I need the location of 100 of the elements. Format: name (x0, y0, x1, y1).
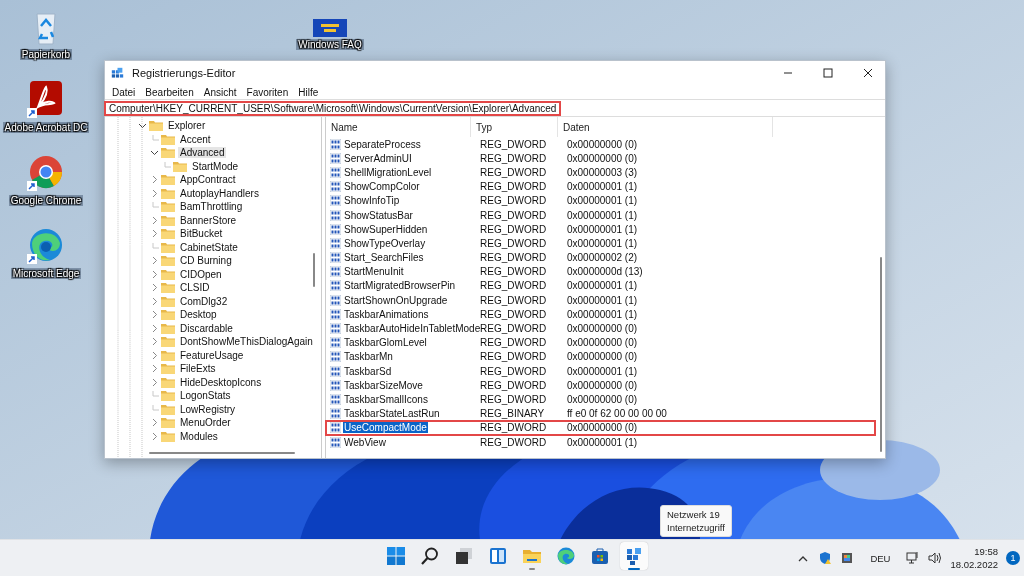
tree-item[interactable]: FeatureUsage (178, 349, 246, 361)
tree-connector-line (150, 242, 159, 252)
folder-icon (161, 349, 175, 361)
registry-value-icon (330, 138, 341, 150)
scrollbar-thumb[interactable] (313, 253, 315, 287)
value-data: 0x00000000 (0) (566, 337, 638, 349)
tree-item[interactable]: BitBucket (178, 228, 225, 240)
value-name[interactable]: StartShownOnUpgrade (343, 294, 449, 306)
value-name[interactable]: ShowSuperHidden (343, 223, 429, 235)
tree-item[interactable]: Accent (178, 133, 213, 145)
value-name[interactable]: ServerAdminUI (343, 152, 413, 164)
menu-item[interactable]: Ansicht (198, 86, 242, 98)
value-data: 0x00000000 (0) (566, 393, 638, 405)
tooltip-text: Netzwerk 19 (667, 509, 721, 520)
tree-item[interactable]: BamThrottling (178, 201, 245, 213)
maximize-icon[interactable] (823, 68, 833, 78)
language-indicator[interactable]: DEU (862, 552, 899, 564)
value-data: 0x00000001 (1) (566, 209, 638, 221)
registry-value-icon (330, 365, 341, 377)
column-header[interactable]: Daten (558, 117, 773, 137)
tree-item[interactable]: AppContract (178, 174, 238, 186)
value-name[interactable]: ShowInfoTip (343, 195, 401, 207)
value-name[interactable]: TaskbarSmallIcons (343, 393, 429, 405)
registry-value-icon (330, 266, 341, 278)
value-name[interactable]: TaskbarGlomLevel (343, 337, 428, 349)
value-data: 0x00000000 (0) (566, 138, 638, 150)
tree-item[interactable]: LowRegistry (178, 403, 238, 415)
scrollbar-thumb[interactable] (880, 257, 882, 452)
tree-item[interactable]: DontShowMeThisDialogAgain (178, 336, 315, 348)
menu-item[interactable]: Bearbeiten (140, 86, 199, 98)
tree-item[interactable]: Advanced (178, 147, 227, 159)
task-view-icon (454, 546, 474, 566)
registry-value-icon (330, 237, 341, 249)
network-icon[interactable] (906, 551, 921, 565)
tree-item[interactable]: HideDesktopIcons (178, 376, 264, 388)
tree-item[interactable]: CIDOpen (178, 268, 224, 280)
value-name[interactable]: Start_SearchFiles (343, 252, 425, 264)
value-data: 0x00000001 (1) (566, 195, 638, 207)
value-name[interactable]: ShowTypeOverlay (343, 237, 427, 249)
registry-value-icon (330, 351, 341, 363)
folder-icon (161, 403, 175, 415)
value-name[interactable]: SeparateProcess (343, 138, 422, 150)
value-name[interactable]: TaskbarSd (343, 365, 393, 377)
chevron-icon[interactable] (150, 148, 159, 158)
tile-icon[interactable] (313, 19, 347, 37)
tree-item[interactable]: AutoplayHandlers (178, 187, 261, 199)
tree-item[interactable]: Explorer (166, 120, 208, 132)
value-type: REG_DWORD (479, 181, 548, 193)
menu-item[interactable]: Datei (107, 86, 141, 98)
value-name[interactable]: TaskbarStateLastRun (343, 408, 441, 420)
value-data: 0x00000001 (1) (566, 237, 638, 249)
menu-item[interactable]: Favoriten (241, 86, 294, 98)
volume-icon[interactable] (928, 551, 943, 565)
value-name[interactable]: ShowStatusBar (343, 209, 414, 221)
taskbar-button[interactable] (620, 542, 648, 570)
registry-value-icon (330, 308, 341, 320)
tree-item[interactable]: BannerStore (178, 214, 239, 226)
folder-icon (161, 241, 175, 253)
menu-item[interactable]: Hilfe (293, 86, 324, 98)
value-name[interactable]: TaskbarAnimations (343, 308, 430, 320)
folder-icon (161, 201, 175, 213)
value-name[interactable]: TaskbarMn (343, 351, 394, 363)
tree-item[interactable]: StartMode (190, 160, 241, 172)
value-data: 0x00000001 (1) (566, 181, 638, 193)
value-name[interactable]: ShowCompColor (343, 181, 421, 193)
tree-item[interactable]: MenuOrder (178, 417, 233, 429)
address-field[interactable]: Computer\HKEY_CURRENT_USER\Software\Microsoft\Windows\CurrentVersion\Explorer\Advanced (105, 101, 561, 115)
registry-value-icon (330, 223, 341, 235)
notification-badge[interactable]: 1 (1006, 551, 1020, 565)
tree-item[interactable]: FileExts (178, 363, 218, 375)
shield-warning-icon[interactable] (818, 551, 833, 565)
tree-item[interactable]: CD Burning (178, 255, 234, 267)
app-tray-icon[interactable] (840, 551, 855, 565)
value-name[interactable]: StartMigratedBrowserPin (343, 280, 457, 292)
value-name[interactable]: TaskbarSizeMove (343, 379, 424, 391)
app-icon (111, 66, 124, 80)
tree-item[interactable]: CabinetState (178, 241, 240, 253)
tree-connector-line (162, 161, 171, 171)
tree-item[interactable]: Desktop (178, 309, 219, 321)
scrollbar-thumb[interactable] (149, 452, 295, 454)
value-name[interactable]: TaskbarAutoHideInTabletMode (343, 323, 482, 335)
column-header[interactable]: Typ (471, 117, 558, 137)
folder-icon (161, 376, 175, 388)
tree-item[interactable]: LogonStats (178, 390, 233, 402)
clock-time[interactable]: 19:58 (974, 546, 998, 557)
value-type: REG_DWORD (479, 223, 548, 235)
tree-item[interactable]: Modules (178, 430, 220, 442)
registry-value-icon (330, 408, 341, 420)
value-data: 0x00000001 (1) (566, 223, 638, 235)
tree-item[interactable]: CLSID (178, 282, 212, 294)
value-name[interactable]: ShellMigrationLevel (343, 166, 433, 178)
tree-item[interactable]: ComDlg32 (178, 295, 230, 307)
close-icon[interactable] (863, 68, 873, 78)
value-name[interactable]: WebView (343, 436, 387, 448)
value-name[interactable]: UseCompactMode (343, 422, 428, 434)
clock-date[interactable]: 18.02.2022 (950, 559, 998, 570)
tree-item[interactable]: Discardable (178, 322, 235, 334)
value-name[interactable]: StartMenuInit (343, 266, 405, 278)
chevron-icon[interactable] (138, 121, 147, 131)
column-header[interactable]: Name (326, 117, 471, 137)
